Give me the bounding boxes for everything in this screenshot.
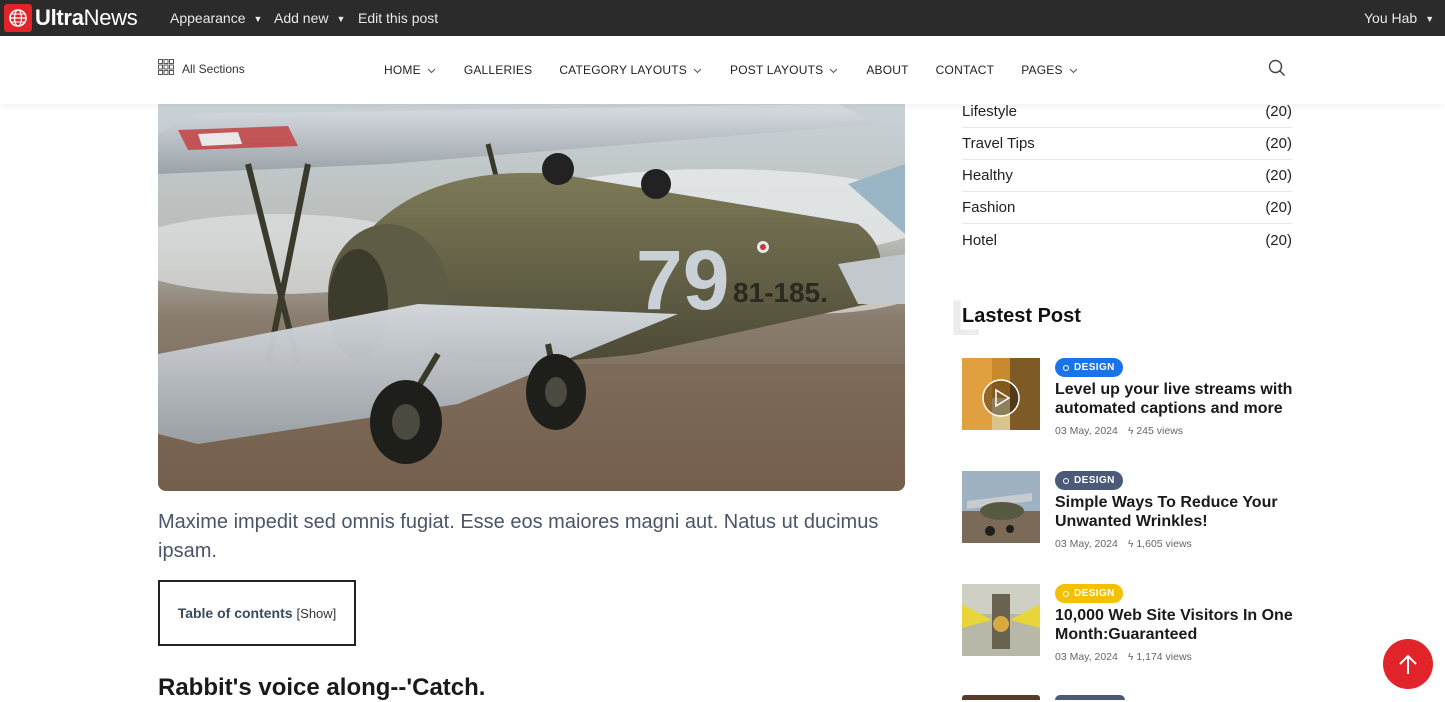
post-category-badge[interactable]: DESIGN xyxy=(1055,584,1123,603)
edit-post-link[interactable]: Edit this post xyxy=(358,0,438,36)
nav-pages[interactable]: PAGES xyxy=(1021,63,1078,77)
post-category-badge[interactable]: DESIGN xyxy=(1055,358,1123,377)
toc-toggle[interactable]: [Show] xyxy=(297,606,337,621)
post-category-badge[interactable]: DESIGN xyxy=(1055,471,1123,490)
main-nav: HOME GALLERIES CATEGORY LAYOUTS POST LAY… xyxy=(384,63,1078,77)
circle-icon xyxy=(1063,477,1069,484)
post-category-badge-partial xyxy=(1055,695,1125,700)
bolt-icon: ϟ xyxy=(1127,651,1134,663)
category-count: (20) xyxy=(1265,103,1292,120)
nav-about[interactable]: ABOUT xyxy=(866,63,908,77)
category-item[interactable]: Travel Tips (20) xyxy=(962,128,1292,160)
appearance-label: Appearance xyxy=(170,10,246,26)
edit-post-label: Edit this post xyxy=(358,10,439,26)
appearance-menu[interactable]: Appearance ▼ xyxy=(170,0,262,36)
category-name: Travel Tips xyxy=(962,135,1035,152)
add-new-label: Add new xyxy=(274,10,329,26)
add-new-menu[interactable]: Add new ▼ xyxy=(274,0,345,36)
plane-registration: 81-185. xyxy=(733,277,828,308)
post-date: 03 May, 2024 xyxy=(1055,425,1118,437)
caret-down-icon: ▼ xyxy=(336,14,346,24)
featured-image: 79 81-185. xyxy=(158,104,905,491)
nav-contact[interactable]: CONTACT xyxy=(936,63,995,77)
site-logo[interactable]: UltraNews xyxy=(4,3,138,33)
category-name: Healthy xyxy=(962,167,1013,184)
category-count: (20) xyxy=(1265,231,1292,249)
all-sections-label: All Sections xyxy=(182,61,245,76)
post-views: ϟ 245 views xyxy=(1127,425,1184,437)
post-date: 03 May, 2024 xyxy=(1055,538,1118,550)
nav-home[interactable]: HOME xyxy=(384,63,436,77)
latest-post-heading: Lastest Post xyxy=(962,305,1081,327)
arrow-up-icon xyxy=(1399,654,1417,674)
article-subheading: Rabbit's voice along--'Catch. xyxy=(158,674,486,701)
category-count: (20) xyxy=(1265,135,1292,152)
post-thumbnail[interactable] xyxy=(962,584,1040,656)
caret-down-icon: ▼ xyxy=(253,14,263,24)
chevron-down-icon xyxy=(693,63,702,77)
post-thumbnail[interactable] xyxy=(962,358,1040,430)
category-name: Fashion xyxy=(962,199,1016,216)
toc-label: Table of contents xyxy=(177,605,293,621)
post-meta: 03 May, 2024 ϟ 1,605 views xyxy=(1055,538,1192,550)
post-views: ϟ 1,605 views xyxy=(1127,538,1192,550)
brand-name: UltraNews xyxy=(35,5,138,30)
circle-icon xyxy=(1063,590,1069,597)
user-menu[interactable]: You Hab ▼ xyxy=(1364,0,1434,36)
nav-post-layouts[interactable]: POST LAYOUTS xyxy=(730,63,838,77)
nav-category-layouts[interactable]: CATEGORY LAYOUTS xyxy=(559,63,702,77)
post-title[interactable]: Simple Ways To Reduce Your Unwanted Wrin… xyxy=(1055,493,1295,531)
category-item[interactable]: Hotel (20) xyxy=(962,224,1292,256)
chevron-down-icon xyxy=(1069,63,1078,77)
post-thumbnail[interactable] xyxy=(962,471,1040,543)
category-name: Hotel xyxy=(962,231,998,249)
table-of-contents[interactable]: Table of contents [Show] xyxy=(158,580,356,646)
category-item[interactable]: Healthy (20) xyxy=(962,160,1292,192)
admin-bar: UltraNews Appearance ▼ Add new ▼ Edit th… xyxy=(0,0,1445,36)
post-title[interactable]: Level up your live streams with automate… xyxy=(1055,380,1295,418)
category-item[interactable]: Fashion (20) xyxy=(962,192,1292,224)
post-title[interactable]: 10,000 Web Site Visitors In One Month:Gu… xyxy=(1055,606,1295,644)
grid-icon xyxy=(158,59,174,78)
category-count: (20) xyxy=(1265,199,1292,216)
latest-post-item[interactable]: DESIGN Simple Ways To Reduce Your Unwant… xyxy=(962,471,1292,551)
site-header: All Sections HOME GALLERIES CATEGORY LAY… xyxy=(0,36,1445,104)
caret-down-icon: ▼ xyxy=(1425,14,1435,24)
chevron-down-icon xyxy=(427,63,436,77)
circle-icon xyxy=(1063,364,1069,371)
post-thumbnail-partial xyxy=(962,695,1040,700)
post-meta: 03 May, 2024 ϟ 245 views xyxy=(1055,425,1183,437)
category-count: (20) xyxy=(1265,167,1292,184)
plane-number: 79 xyxy=(636,233,729,327)
search-icon[interactable] xyxy=(1268,59,1286,82)
user-name: You Hab xyxy=(1364,10,1418,26)
post-meta: 03 May, 2024 ϟ 1,174 views xyxy=(1055,651,1192,663)
category-name: Lifestyle xyxy=(962,103,1018,120)
latest-post-item[interactable]: DESIGN Level up your live streams with a… xyxy=(962,358,1292,438)
globe-icon xyxy=(4,4,32,32)
article-lead: Maxime impedit sed omnis fugiat. Esse eo… xyxy=(158,511,879,562)
nav-galleries[interactable]: GALLERIES xyxy=(464,63,533,77)
bolt-icon: ϟ xyxy=(1127,538,1134,550)
post-date: 03 May, 2024 xyxy=(1055,651,1118,663)
post-views: ϟ 1,174 views xyxy=(1127,651,1192,663)
bolt-icon: ϟ xyxy=(1127,425,1134,437)
latest-post-item[interactable]: DESIGN 10,000 Web Site Visitors In One M… xyxy=(962,584,1295,664)
back-to-top-button[interactable] xyxy=(1383,639,1433,689)
chevron-down-icon xyxy=(829,63,838,77)
all-sections-button[interactable]: All Sections xyxy=(158,59,245,78)
